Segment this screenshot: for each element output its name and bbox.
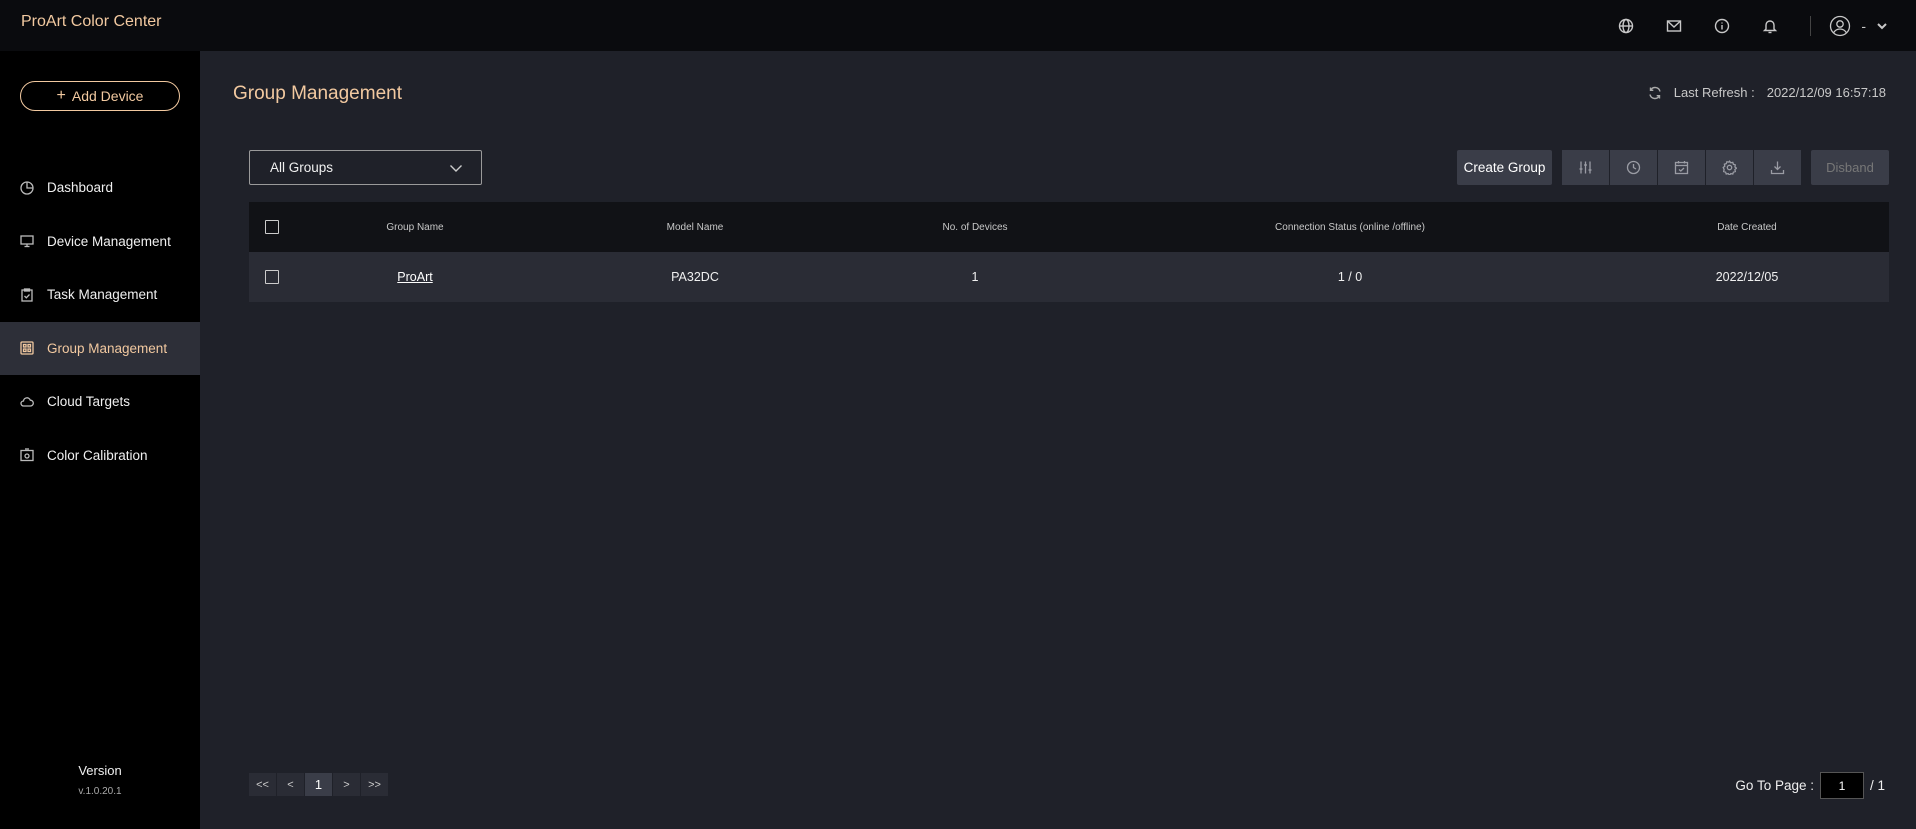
group-filter-value: All Groups	[270, 160, 334, 175]
disband-button[interactable]: Disband	[1811, 150, 1889, 185]
version-label: Version	[78, 763, 122, 778]
info-button[interactable]	[1698, 0, 1746, 51]
calibration-icon	[20, 448, 34, 462]
go-to-page-input[interactable]	[1819, 772, 1864, 799]
info-icon	[1715, 18, 1730, 33]
gear-icon	[1722, 160, 1737, 175]
user-avatar-icon	[1830, 15, 1851, 36]
current-page-button[interactable]: 1	[305, 773, 332, 796]
group-table: Group Name Model Name No. of Devices Con…	[249, 202, 1889, 302]
sidebar-item-group-management[interactable]: Group Management	[0, 321, 200, 375]
add-device-button[interactable]: + Add Device	[20, 81, 180, 111]
notifications-button[interactable]	[1746, 0, 1794, 51]
calendar-icon	[1674, 161, 1689, 175]
mail-icon	[1667, 19, 1682, 32]
toolbar-icon-group	[1562, 150, 1801, 185]
sidebar-item-label: Group Management	[47, 340, 168, 356]
column-header-connection[interactable]: Connection Status (online /offline)	[1095, 222, 1605, 233]
top-icons: -	[1602, 0, 1916, 51]
sidebar-item-label: Device Management	[47, 233, 171, 249]
total-pages: / 1	[1869, 778, 1885, 793]
first-page-button[interactable]: <<	[249, 773, 276, 796]
sliders-icon	[1579, 161, 1592, 174]
bell-icon	[1763, 19, 1778, 33]
last-refresh-value: 2022/12/09 16:57:18	[1766, 85, 1886, 100]
sidebar-nav: Dashboard Device Management Task Managem…	[0, 161, 200, 482]
last-refresh: Last Refresh : 2022/12/09 16:57:18	[1648, 85, 1886, 100]
prev-page-button[interactable]: <	[277, 773, 304, 796]
table-row: ProArt PA32DC 1 1 / 0 2022/12/05	[249, 252, 1889, 302]
chevron-down-icon	[450, 164, 462, 172]
group-name-link[interactable]: ProArt	[397, 270, 432, 284]
settings-button[interactable]	[1706, 150, 1753, 185]
cloud-icon	[20, 396, 34, 407]
create-group-button[interactable]: Create Group	[1457, 150, 1552, 185]
toolbar: Create Group Disband	[1457, 150, 1889, 185]
date-created-cell: 2022/12/05	[1715, 270, 1779, 284]
column-header-devices[interactable]: No. of Devices	[855, 222, 1095, 233]
pagination: << < 1 > >>	[249, 773, 388, 796]
grid-icon	[20, 341, 34, 355]
header-divider	[1810, 15, 1812, 36]
group-filter-select[interactable]: All Groups	[249, 150, 482, 185]
download-icon	[1770, 161, 1785, 175]
sidebar-item-color-calibration[interactable]: Color Calibration	[0, 429, 200, 483]
app-title: ProArt Color Center	[21, 13, 162, 30]
go-to-page: Go To Page : / 1	[1735, 772, 1885, 799]
connection-status-cell: 1 / 0	[1337, 270, 1363, 284]
sidebar: + Add Device Dashboard Device Management…	[0, 51, 200, 829]
sidebar-item-task-management[interactable]: Task Management	[0, 268, 200, 322]
version-number: v.1.0.20.1	[78, 786, 122, 797]
main-content: Group Management Last Refresh : 2022/12/…	[200, 51, 1916, 829]
sidebar-item-label: Cloud Targets	[47, 394, 131, 410]
select-all-checkbox[interactable]	[265, 220, 279, 234]
plus-icon: +	[56, 87, 66, 104]
chevron-down-icon	[1877, 22, 1887, 29]
version-info: Version v.1.0.20.1	[0, 763, 200, 797]
user-name: -	[1861, 17, 1866, 34]
column-header-model-name[interactable]: Model Name	[535, 222, 855, 233]
language-button[interactable]	[1602, 0, 1650, 51]
clock-icon	[1626, 160, 1641, 175]
row-select-cell	[249, 270, 295, 284]
refresh-icon[interactable]	[1648, 86, 1662, 100]
clipboard-icon	[21, 288, 33, 302]
go-to-page-label: Go To Page :	[1735, 778, 1814, 793]
table-header: Group Name Model Name No. of Devices Con…	[249, 202, 1889, 252]
column-header-date-created[interactable]: Date Created	[1605, 222, 1889, 233]
group-name-cell: ProArt	[295, 270, 535, 284]
last-page-button[interactable]: >>	[361, 773, 388, 796]
adjust-button[interactable]	[1562, 150, 1609, 185]
sidebar-item-label: Dashboard	[47, 180, 114, 196]
sidebar-item-label: Task Management	[47, 287, 158, 303]
top-bar: ProArt Color Center -	[0, 0, 1916, 51]
column-header-group-name[interactable]: Group Name	[295, 222, 535, 233]
messages-button[interactable]	[1650, 0, 1698, 51]
next-page-button[interactable]: >	[333, 773, 360, 796]
globe-icon	[1619, 18, 1634, 33]
sidebar-item-device-management[interactable]: Device Management	[0, 215, 200, 269]
download-button[interactable]	[1754, 150, 1801, 185]
user-menu[interactable]: -	[1829, 15, 1888, 37]
sidebar-item-label: Color Calibration	[47, 447, 148, 463]
schedule-button[interactable]	[1658, 150, 1705, 185]
last-refresh-label: Last Refresh :	[1673, 85, 1755, 100]
sidebar-item-dashboard[interactable]: Dashboard	[0, 161, 200, 215]
row-checkbox[interactable]	[265, 270, 279, 284]
model-name-cell: PA32DC	[671, 270, 719, 284]
page-title: Group Management	[233, 83, 402, 104]
devices-count-cell: 1	[971, 270, 979, 284]
dashboard-icon	[20, 181, 34, 195]
sidebar-item-cloud-targets[interactable]: Cloud Targets	[0, 375, 200, 429]
history-button[interactable]	[1610, 150, 1657, 185]
add-device-label: Add Device	[71, 88, 144, 104]
select-all-cell	[249, 220, 295, 234]
monitor-icon	[20, 235, 34, 248]
